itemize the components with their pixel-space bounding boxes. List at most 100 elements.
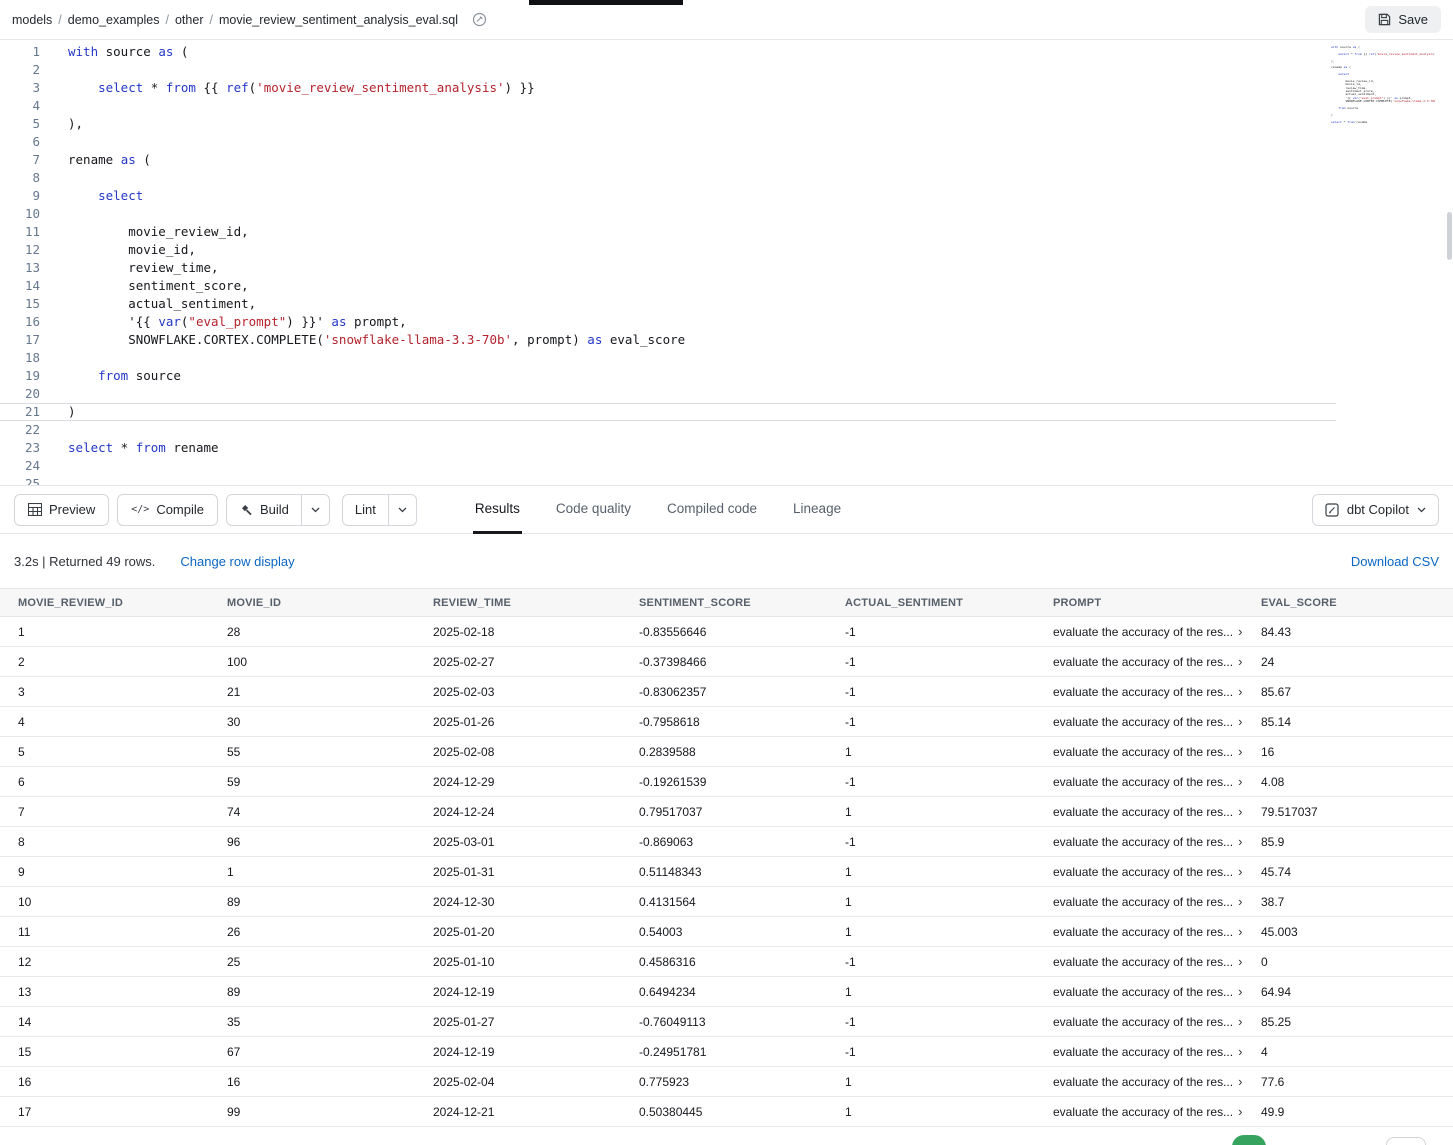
prompt-cell: evaluate the accuracy of the res...› xyxy=(1053,917,1261,947)
code-line[interactable]: 24 xyxy=(0,457,1453,475)
expand-cell-icon[interactable]: › xyxy=(1238,1014,1242,1029)
code-line[interactable]: 4 xyxy=(0,97,1453,115)
table-cell: 4.08 xyxy=(1261,767,1453,797)
line-number: 22 xyxy=(0,421,40,439)
code-line[interactable]: 1with source as ( xyxy=(0,43,1453,61)
tab-compiled-code[interactable]: Compiled code xyxy=(665,486,759,534)
code-line[interactable]: 16 '{{ var("eval_prompt") }}' as prompt, xyxy=(0,313,1453,331)
expand-cell-icon[interactable]: › xyxy=(1238,774,1242,789)
breadcrumb: models / demo_examples / other / movie_r… xyxy=(12,12,487,27)
breadcrumb-demo-examples[interactable]: demo_examples xyxy=(68,13,160,27)
table-cell: 6 xyxy=(0,767,227,797)
prompt-text: evaluate the accuracy of the res... xyxy=(1053,805,1233,819)
expand-cell-icon[interactable]: › xyxy=(1238,864,1242,879)
code-line[interactable]: 20 xyxy=(0,385,1453,403)
code-line[interactable]: 13 review_time, xyxy=(0,259,1453,277)
table-row: 15672024-12-19-0.24951781-1evaluate the … xyxy=(0,1037,1453,1067)
table-row: 3212025-02-03-0.83062357-1evaluate the a… xyxy=(0,677,1453,707)
expand-cell-icon[interactable]: › xyxy=(1238,1074,1242,1089)
tab-code-quality[interactable]: Code quality xyxy=(554,486,633,534)
expand-cell-icon[interactable]: › xyxy=(1238,834,1242,849)
dbt-copilot-button[interactable]: dbt Copilot xyxy=(1312,494,1439,526)
footer-outline-button-partial[interactable] xyxy=(1386,1137,1426,1145)
table-cell: 28 xyxy=(227,617,433,647)
breadcrumb-other[interactable]: other xyxy=(175,13,204,27)
code-line[interactable]: 15 actual_sentiment, xyxy=(0,295,1453,313)
expand-cell-icon[interactable]: › xyxy=(1238,654,1242,669)
line-number: 2 xyxy=(0,61,40,79)
code-line[interactable]: 9 select xyxy=(0,187,1453,205)
table-cell: 79.517037 xyxy=(1261,797,1453,827)
expand-cell-icon[interactable]: › xyxy=(1238,684,1242,699)
code-line[interactable]: 18 xyxy=(0,349,1453,367)
tab-lineage[interactable]: Lineage xyxy=(791,486,843,534)
footer-green-button-partial[interactable] xyxy=(1232,1135,1266,1145)
expand-cell-icon[interactable]: › xyxy=(1238,1104,1242,1119)
prompt-cell: evaluate the accuracy of the res...› xyxy=(1053,857,1261,887)
change-row-display-link[interactable]: Change row display xyxy=(180,554,294,569)
code-line[interactable]: 8 xyxy=(0,169,1453,187)
expand-cell-icon[interactable]: › xyxy=(1238,804,1242,819)
table-cell: -1 xyxy=(845,677,1053,707)
table-cell: 1 xyxy=(845,1097,1053,1127)
breadcrumb-separator: / xyxy=(209,13,212,27)
line-number: 25 xyxy=(0,475,40,486)
code-line[interactable]: 11 movie_review_id, xyxy=(0,223,1453,241)
expand-cell-icon[interactable]: › xyxy=(1238,984,1242,999)
preview-button[interactable]: Preview xyxy=(14,494,109,526)
code-line[interactable]: 17 SNOWFLAKE.CORTEX.COMPLETE('snowflake-… xyxy=(0,331,1453,349)
code-line[interactable]: 2 xyxy=(0,61,1453,79)
build-button[interactable]: Build xyxy=(226,494,302,526)
code-line[interactable]: 21) xyxy=(0,403,1336,421)
expand-cell-icon[interactable]: › xyxy=(1238,624,1242,639)
code-lines: 1with source as (23 select * from {{ ref… xyxy=(0,43,1453,486)
prompt-cell: evaluate the accuracy of the res... › xyxy=(1053,797,1261,827)
code-editor[interactable]: 1with source as (23 select * from {{ ref… xyxy=(0,40,1453,486)
expand-cell-icon[interactable]: › xyxy=(1238,744,1242,759)
line-number: 8 xyxy=(0,169,40,187)
code-line[interactable]: 19 from source xyxy=(0,367,1453,385)
line-number: 16 xyxy=(0,313,40,331)
table-cell: 24 xyxy=(1261,647,1453,677)
expand-cell-icon[interactable]: › xyxy=(1238,714,1242,729)
code-line[interactable]: 22 xyxy=(0,421,1453,439)
table-cell: -1 xyxy=(845,1037,1053,1067)
code-line[interactable]: 25 xyxy=(0,475,1453,486)
code-line[interactable]: 5), xyxy=(0,115,1453,133)
tab-results[interactable]: Results xyxy=(473,486,522,534)
download-csv-link[interactable]: Download CSV xyxy=(1351,554,1439,569)
code-line[interactable]: 7rename as ( xyxy=(0,151,1453,169)
code-line[interactable]: 12 movie_id, xyxy=(0,241,1453,259)
code-line[interactable]: 10 xyxy=(0,205,1453,223)
table-row: 10892024-12-300.41315641evaluate the acc… xyxy=(0,887,1453,917)
build-hammer-icon xyxy=(239,503,253,517)
editor-scrollbar-thumb[interactable] xyxy=(1447,212,1452,260)
table-cell: -1 xyxy=(845,617,1053,647)
expand-cell-icon[interactable]: › xyxy=(1238,924,1242,939)
format-status-icon[interactable] xyxy=(472,12,487,27)
save-button[interactable]: Save xyxy=(1365,6,1441,33)
code-line[interactable]: 3 select * from {{ ref('movie_review_sen… xyxy=(0,79,1453,97)
lint-dropdown-caret[interactable] xyxy=(389,494,417,526)
table-cell: 21 xyxy=(227,677,433,707)
code-line[interactable]: 14 sentiment_score, xyxy=(0,277,1453,295)
compile-button[interactable]: </> Compile xyxy=(117,494,218,526)
line-number: 11 xyxy=(0,223,40,241)
code-line-text: select * from rename xyxy=(68,439,219,457)
editor-scrollbar[interactable] xyxy=(1445,40,1453,485)
expand-cell-icon[interactable]: › xyxy=(1238,954,1242,969)
prompt-cell: evaluate the accuracy of the res... › xyxy=(1053,707,1261,737)
code-line[interactable]: 23select * from rename xyxy=(0,439,1453,457)
table-cell: 0 xyxy=(1261,947,1453,977)
expand-cell-icon[interactable]: › xyxy=(1238,1044,1242,1059)
line-number: 5 xyxy=(0,115,40,133)
column-header-sentiment-score: SENTIMENT_SCORE xyxy=(639,589,845,617)
table-row: 13892024-12-190.64942341evaluate the acc… xyxy=(0,977,1453,1007)
prompt-cell: evaluate the accuracy of the res...› xyxy=(1053,737,1261,767)
prompt-text: evaluate the accuracy of the res... xyxy=(1053,715,1233,729)
breadcrumb-models[interactable]: models xyxy=(12,13,52,27)
lint-button[interactable]: Lint xyxy=(342,494,389,526)
expand-cell-icon[interactable]: › xyxy=(1238,894,1242,909)
code-line[interactable]: 6 xyxy=(0,133,1453,151)
build-dropdown-caret[interactable] xyxy=(302,494,330,526)
